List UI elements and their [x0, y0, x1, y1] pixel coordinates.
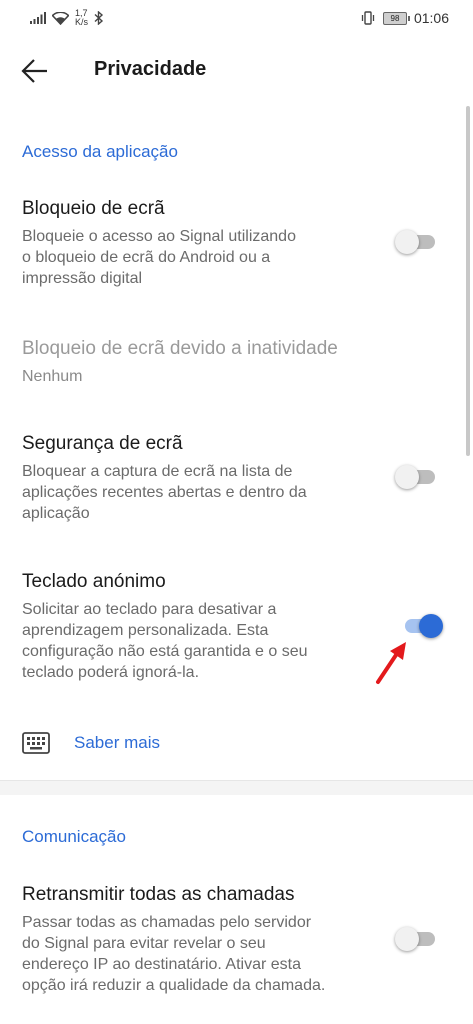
section-divider [0, 780, 473, 795]
bluetooth-icon [94, 11, 104, 25]
wifi-icon [52, 11, 69, 25]
setting-title: Teclado anónimo [22, 571, 166, 592]
screen-lock-toggle[interactable] [395, 230, 439, 254]
setting-title: Retransmitir todas as chamadas [22, 884, 295, 905]
status-bar: 1,7 K/s 98 01:06 [0, 0, 473, 34]
toggle-thumb [419, 614, 443, 638]
toggle-thumb [395, 465, 419, 489]
setting-title: Segurança de ecrã [22, 433, 183, 454]
back-button[interactable] [18, 54, 52, 88]
setting-relay-calls[interactable]: Retransmitir todas as chamadas Passar to… [22, 884, 378, 996]
setting-screen-security[interactable]: Segurança de ecrã Bloquear a captura de … [22, 433, 378, 524]
screen-security-toggle[interactable] [395, 465, 439, 489]
scrollbar[interactable] [466, 106, 470, 456]
arrow-back-icon [21, 59, 47, 83]
toolbar: Privacidade [0, 34, 473, 106]
setting-summary: Bloquear a captura de ecrã na lista de a… [22, 463, 307, 522]
setting-incognito-keyboard[interactable]: Teclado anónimo Solicitar ao teclado par… [22, 571, 378, 683]
annotation-arrow-icon [376, 642, 406, 684]
page-title: Privacidade [94, 58, 207, 80]
vibrate-icon [361, 11, 375, 25]
incognito-keyboard-toggle[interactable] [395, 614, 443, 638]
setting-title: Bloqueio de ecrã devido a inatividade [22, 338, 338, 359]
section-header-communication: Comunicação [22, 827, 126, 846]
setting-summary: Solicitar ao teclado para desativar a ap… [22, 601, 308, 681]
status-time: 01:06 [413, 10, 449, 26]
status-left: 1,7 K/s [30, 8, 104, 28]
setting-screen-lock[interactable]: Bloqueio de ecrã Bloqueie o acesso ao Si… [22, 198, 378, 289]
keyboard-icon [22, 732, 50, 754]
status-right: 98 01:06 [360, 8, 449, 28]
network-speed: 1,7 K/s [75, 9, 88, 27]
battery-icon: 98 [382, 11, 410, 25]
signal-strength-icon [30, 12, 46, 24]
setting-inactivity-lock: Bloqueio de ecrã devido a inatividade Ne… [22, 338, 378, 387]
toggle-thumb [395, 927, 419, 951]
toggle-thumb [395, 230, 419, 254]
section-header-app-access: Acesso da aplicação [22, 142, 178, 161]
learn-more-label: Saber mais [74, 733, 160, 752]
setting-summary: Nenhum [22, 368, 83, 385]
setting-title: Bloqueio de ecrã [22, 198, 165, 219]
setting-summary: Bloqueie o acesso ao Signal utilizando o… [22, 228, 296, 287]
learn-more-link[interactable]: Saber mais [22, 728, 160, 758]
network-speed-unit: K/s [75, 17, 89, 27]
setting-summary: Passar todas as chamadas pelo servidor d… [22, 914, 326, 994]
relay-calls-toggle[interactable] [395, 927, 439, 951]
